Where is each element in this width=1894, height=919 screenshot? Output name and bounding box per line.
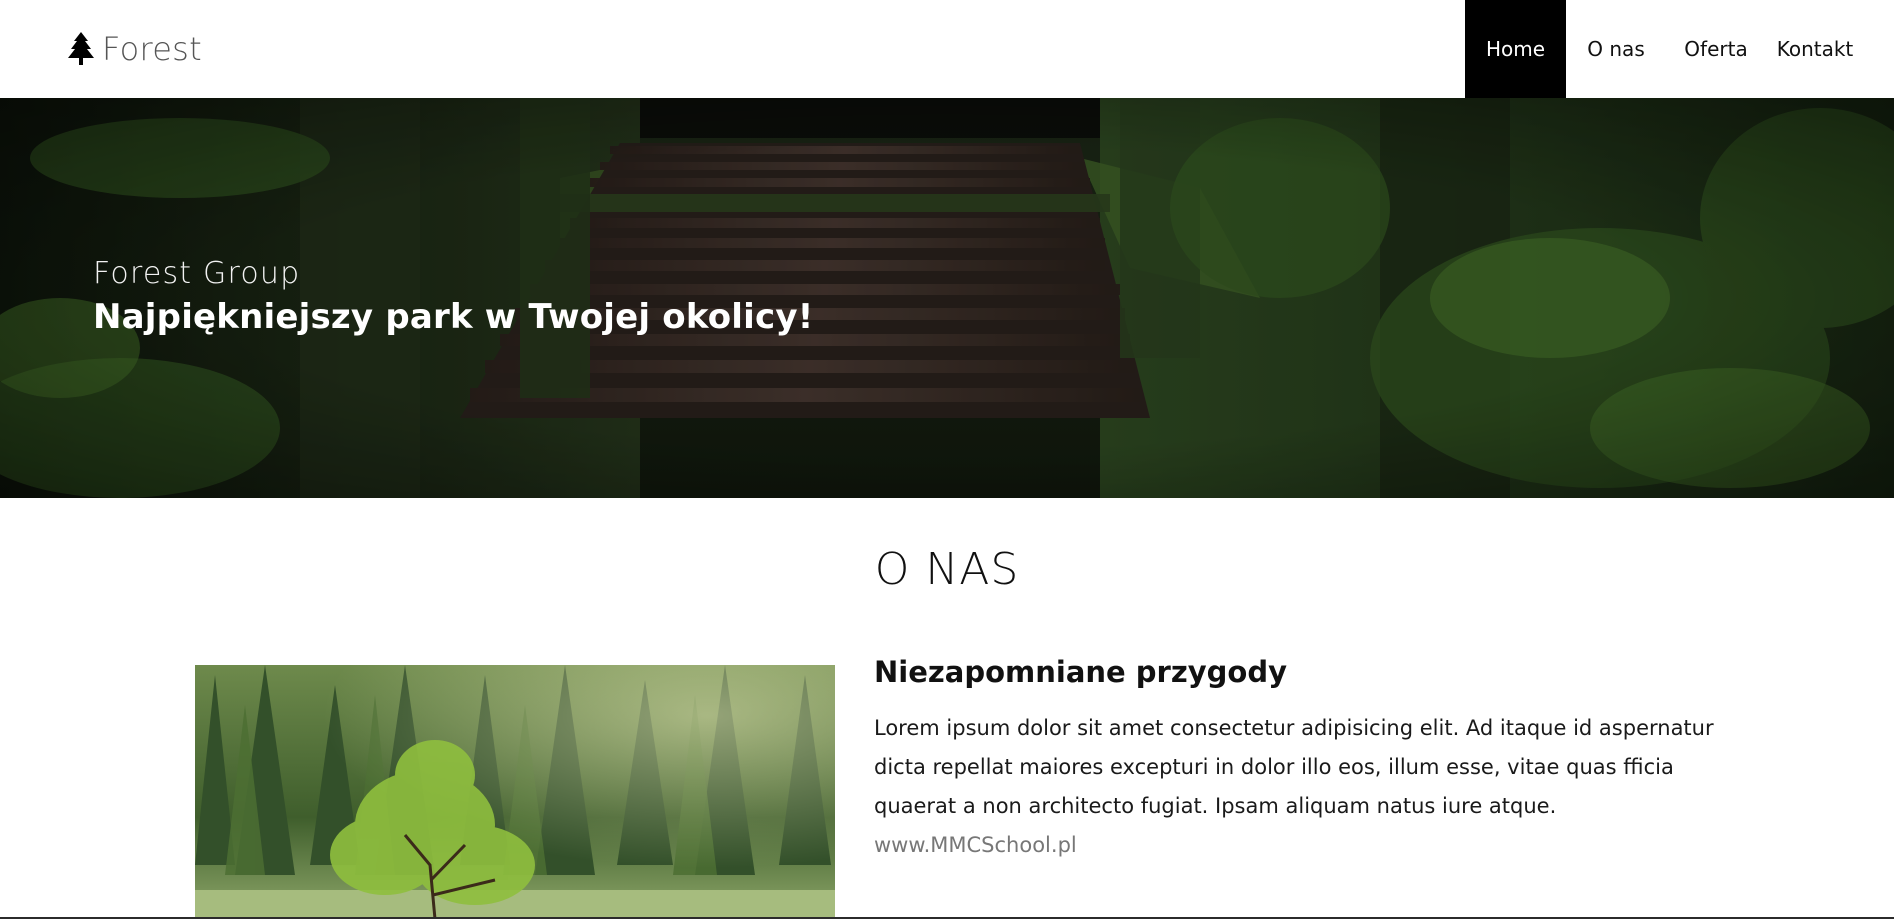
hero-title: Najpiękniejszy park w Twojej okolicy! (93, 297, 814, 337)
about-text-block: Niezapomniane przygody Lorem ipsum dolor… (874, 655, 1714, 865)
brand-label: Forest (102, 30, 203, 68)
nav-item-kontakt[interactable]: Kontakt (1766, 0, 1864, 98)
nav-item-oferta[interactable]: Oferta (1666, 0, 1766, 98)
main-nav: Home O nas Oferta Kontakt (1465, 0, 1864, 98)
navbar: Forest Home O nas Oferta Kontakt (0, 0, 1894, 98)
hero-subtitle: Forest Group (93, 256, 301, 291)
section-title-about: O NAS (874, 544, 1020, 595)
tree-icon (68, 32, 94, 65)
about-forest-lake-image (195, 665, 835, 919)
website-link[interactable]: www.MMCSchool.pl (874, 826, 1714, 865)
nav-item-home[interactable]: Home (1465, 0, 1566, 98)
hero-text-block: Forest Group Najpiękniejszy park w Twoje… (93, 256, 813, 337)
brand-logo-link[interactable]: Forest (68, 0, 202, 98)
nav-item-o-nas[interactable]: O nas (1566, 0, 1666, 98)
about-paragraph: Lorem ipsum dolor sit amet consectetur a… (874, 716, 1714, 818)
about-heading: Niezapomniane przygody (874, 655, 1287, 689)
hero-banner: Forest Group Najpiękniejszy park w Twoje… (0, 98, 1894, 498)
